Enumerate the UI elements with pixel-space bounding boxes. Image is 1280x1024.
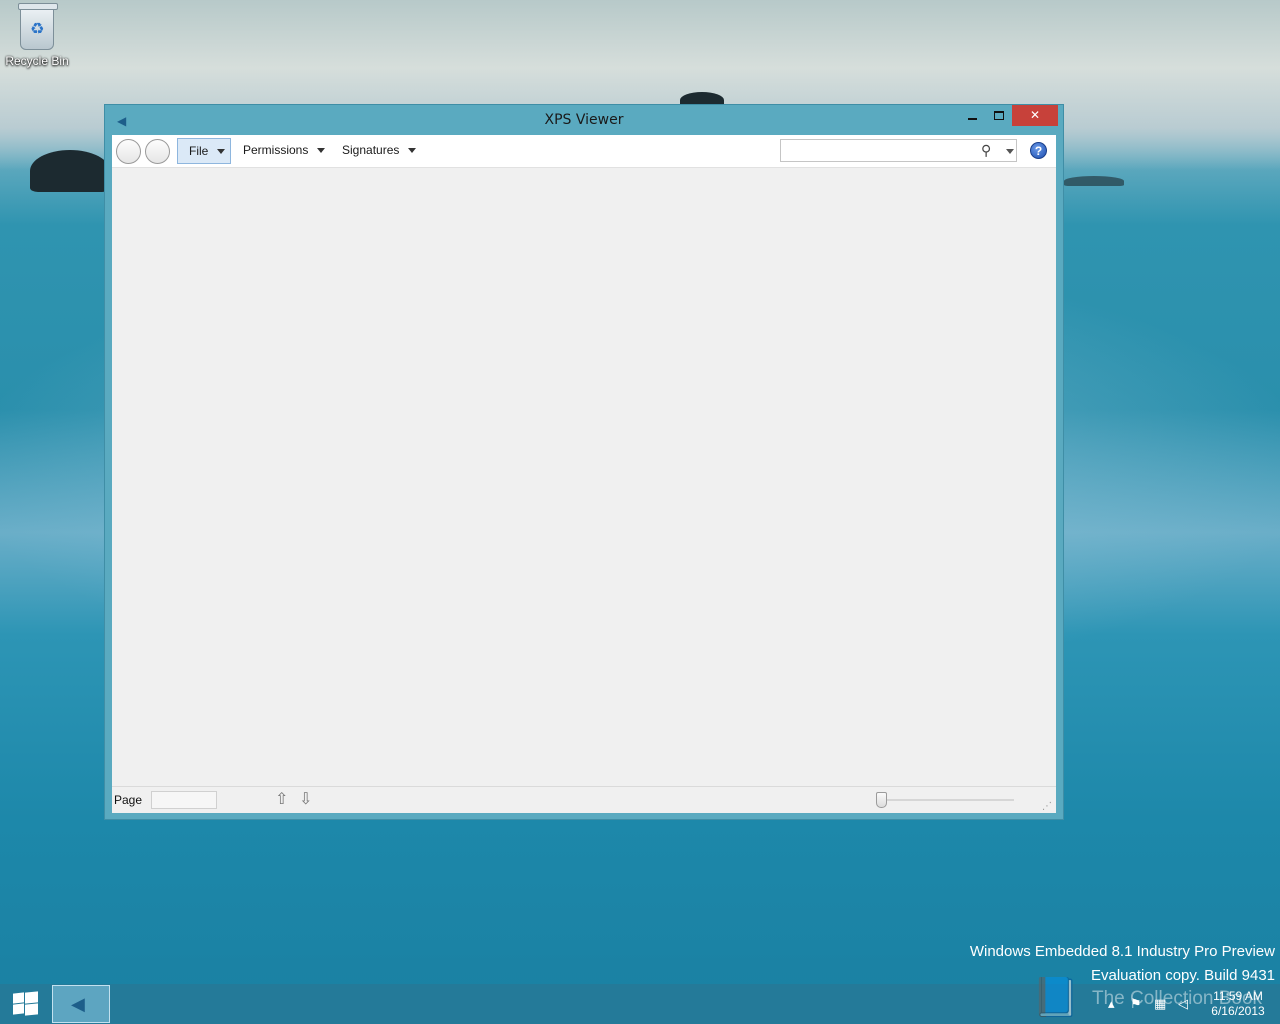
zoom-slider-thumb[interactable] bbox=[876, 792, 887, 808]
signatures-menu-label: Signatures bbox=[342, 143, 400, 157]
window-client-area: File Permissions Signatures ⚲ ? Page ⇧ ⇩… bbox=[112, 135, 1056, 813]
next-page-icon[interactable]: ⇩ bbox=[299, 789, 312, 809]
minimize-icon bbox=[968, 117, 977, 120]
signatures-menu[interactable]: Signatures bbox=[331, 138, 431, 164]
permissions-menu[interactable]: Permissions bbox=[232, 138, 332, 164]
search-icon[interactable]: ⚲ bbox=[981, 142, 991, 159]
taskbar-xps-viewer[interactable]: ◀ bbox=[52, 985, 110, 1023]
recycle-bin-icon: ♻ bbox=[18, 3, 58, 50]
wallpaper-rock-left bbox=[30, 150, 110, 192]
resize-grip-icon[interactable]: ⋰ bbox=[1042, 801, 1052, 812]
minimize-button[interactable] bbox=[959, 105, 986, 126]
file-menu[interactable]: File bbox=[177, 138, 231, 164]
taskbar: ◀ ▴ ⚑ ▦ ◁ 11:59 AM 6/16/2013 bbox=[0, 984, 1280, 1024]
desktop-icon-label: Recycle Bin bbox=[5, 54, 69, 68]
xps-viewer-taskbar-icon: ◀ bbox=[71, 994, 85, 1014]
permissions-menu-label: Permissions bbox=[243, 143, 309, 157]
status-bar: Page ⇧ ⇩ ⋰ bbox=[112, 786, 1056, 813]
previous-page-icon[interactable]: ⇧ bbox=[275, 789, 288, 809]
maximize-button[interactable] bbox=[986, 105, 1012, 126]
help-icon: ? bbox=[1034, 144, 1043, 158]
book-logo-icon: 📘 bbox=[1032, 977, 1080, 1019]
brand-overlay-text: The Collection Book bbox=[1092, 988, 1263, 1009]
page-label: Page bbox=[114, 793, 143, 807]
windows-logo-pane bbox=[25, 991, 38, 1004]
file-menu-label: File bbox=[189, 144, 209, 158]
search-box[interactable]: ⚲ bbox=[780, 139, 1017, 162]
close-button[interactable]: ✕ bbox=[1012, 105, 1058, 126]
chevron-down-icon bbox=[317, 148, 326, 154]
wallpaper-rock-right bbox=[1064, 176, 1124, 186]
zoom-slider-track[interactable] bbox=[876, 799, 1014, 801]
document-area[interactable] bbox=[112, 169, 1056, 786]
back-button[interactable] bbox=[116, 139, 141, 164]
maximize-icon bbox=[994, 111, 1004, 121]
title-bar[interactable]: ◀ XPS Viewer ✕ bbox=[105, 105, 1063, 135]
desktop-icon-recycle-bin[interactable]: ♻ Recycle Bin bbox=[4, 3, 70, 68]
page-number-input[interactable] bbox=[151, 791, 217, 809]
close-icon: ✕ bbox=[1029, 108, 1041, 122]
chevron-down-icon bbox=[408, 148, 417, 154]
windows-logo-icon bbox=[13, 992, 24, 1004]
build-watermark: Windows Embedded 8.1 Industry Pro Previe… bbox=[970, 940, 1275, 988]
windows-logo-pane bbox=[25, 1003, 38, 1016]
search-options-chevron-icon[interactable] bbox=[1006, 149, 1014, 154]
help-button[interactable]: ? bbox=[1030, 142, 1047, 159]
chevron-down-icon bbox=[217, 149, 226, 155]
toolbar: File Permissions Signatures ⚲ ? bbox=[112, 135, 1056, 168]
forward-button[interactable] bbox=[145, 139, 170, 164]
window-title: XPS Viewer bbox=[544, 112, 624, 128]
xps-viewer-window: ◀ XPS Viewer ✕ File Permissions Signatur… bbox=[104, 104, 1064, 820]
windows-logo-pane bbox=[13, 1003, 24, 1015]
watermark-edition: Windows Embedded 8.1 Industry Pro Previe… bbox=[969, 943, 1275, 960]
start-button[interactable] bbox=[0, 984, 50, 1024]
